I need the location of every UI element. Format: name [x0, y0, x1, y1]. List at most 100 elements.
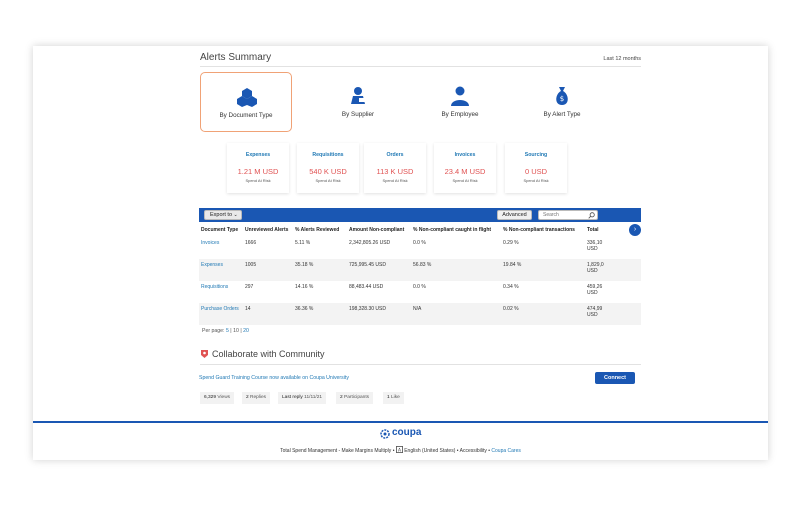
- search-icon[interactable]: [588, 212, 595, 219]
- tile-requisitions[interactable]: Requisitions 540 K USD Spend At Risk: [297, 143, 359, 193]
- community-badge-icon: [201, 350, 208, 358]
- tab-by-employee[interactable]: By Employee: [414, 72, 506, 132]
- tab-by-document-type[interactable]: By Document Type: [200, 72, 292, 132]
- tab-label: By Document Type: [219, 112, 273, 119]
- column-header[interactable]: % Alerts Reviewed: [293, 223, 347, 237]
- stat-views: 6,329 Views: [200, 392, 235, 404]
- table-cell: 198,328.30 USD: [347, 303, 411, 325]
- table-cell: 474,99 USD: [585, 303, 641, 325]
- table-cell: 35.18 %: [293, 259, 347, 281]
- table-cell: 5.11 %: [293, 237, 347, 259]
- svg-text:$: $: [560, 95, 564, 103]
- table-row: Purchase Orders 14 36.36 % 198,328.30 US…: [199, 303, 641, 325]
- coupa-cares-link[interactable]: Coupa Cares: [491, 448, 520, 454]
- footer-tagline: Total Spend Management - Make Margins Mu…: [280, 448, 392, 454]
- tile-expenses[interactable]: Expenses 1.21 M USD Spend At Risk: [227, 143, 289, 193]
- export-button[interactable]: Export to ⌄: [204, 210, 242, 220]
- supplier-icon: [351, 87, 365, 104]
- table-cell: 336,10 USD: [585, 237, 641, 259]
- advanced-button[interactable]: Advanced: [497, 210, 532, 220]
- column-header[interactable]: Unreviewed Alerts: [243, 223, 293, 237]
- document-type-link[interactable]: Expenses: [199, 259, 243, 281]
- document-type-link[interactable]: Invoices: [199, 237, 243, 259]
- spend-tiles: Expenses 1.21 M USD Spend At Risk Requis…: [227, 143, 641, 193]
- table-cell: 14.16 %: [293, 281, 347, 303]
- stat-last-reply: Last reply 11/11/21: [278, 392, 327, 404]
- alerts-header: Alerts Summary Last 12 months: [200, 51, 641, 67]
- tile-value: 540 K USD: [309, 167, 347, 176]
- tile-sub: Spend At Risk: [245, 178, 271, 183]
- period-label[interactable]: Last 12 months: [603, 56, 641, 62]
- stat-label: 11/11/21: [304, 395, 323, 400]
- main-card: Alerts Summary Last 12 months By Documen…: [33, 46, 768, 460]
- stat-label: Views: [217, 395, 231, 400]
- column-header[interactable]: Document Type: [199, 223, 243, 237]
- separator: |: [230, 328, 232, 334]
- alerts-summary-panel: Alerts Summary Last 12 months By Documen…: [198, 46, 641, 421]
- table-cell: 1666: [243, 237, 293, 259]
- tab-by-supplier[interactable]: By Supplier: [312, 72, 404, 132]
- language-selector[interactable]: English (United States): [404, 448, 455, 454]
- tile-name: Invoices: [454, 152, 476, 158]
- tile-sub: Spend At Risk: [315, 178, 341, 183]
- table-cell: 297: [243, 281, 293, 303]
- tile-invoices[interactable]: Invoices 23.4 M USD Spend At Risk: [434, 143, 496, 193]
- table-row: Requisitions 297 14.16 % 88,483.44 USD 0…: [199, 281, 641, 303]
- tile-name: Orders: [386, 152, 404, 158]
- accessibility-link[interactable]: Accessibility: [460, 448, 487, 454]
- tile-orders[interactable]: Orders 113 K USD Spend At Risk: [364, 143, 426, 193]
- table-cell: 0.02 %: [501, 303, 585, 325]
- community-post-link[interactable]: Spend Guard Training Course now availabl…: [199, 375, 349, 381]
- total-unit: USD: [587, 312, 598, 318]
- per-page-option-5[interactable]: 5: [226, 328, 229, 334]
- table-cell: 0.0 %: [411, 281, 501, 303]
- column-header[interactable]: Amount Non-compliant: [347, 223, 411, 237]
- tile-name: Expenses: [245, 152, 271, 158]
- logo-text: coupa: [392, 427, 422, 438]
- tab-label: By Employee: [441, 111, 479, 118]
- coupa-logo-icon: [380, 429, 390, 439]
- community-title: Collaborate with Community: [212, 349, 325, 359]
- table-toolbar: Export to ⌄ Advanced Search: [199, 208, 641, 222]
- separator: |: [240, 328, 242, 334]
- category-tabs: By Document Type By Supplier By Employee: [200, 72, 641, 134]
- document-type-link[interactable]: Purchase Orders: [199, 303, 243, 325]
- stat-value: 1: [387, 395, 390, 400]
- stat-replies: 2 Replies: [242, 392, 271, 404]
- table-cell: 19.84 %: [501, 259, 585, 281]
- chevron-right-icon: ›: [633, 226, 637, 233]
- table-cell: 0.29 %: [501, 237, 585, 259]
- scroll-right-button[interactable]: ›: [629, 224, 641, 236]
- footer-links: Total Spend Management - Make Margins Mu…: [33, 446, 768, 454]
- connect-button[interactable]: Connect: [595, 372, 635, 384]
- column-header[interactable]: % Non-compliant caught in flight: [411, 223, 501, 237]
- tile-sub: Spend At Risk: [523, 178, 549, 183]
- tile-value: 23.4 M USD: [444, 167, 486, 176]
- page-title: Alerts Summary: [200, 52, 272, 63]
- document-type-link[interactable]: Requisitions: [199, 281, 243, 303]
- table-cell: 725,995.45 USD: [347, 259, 411, 281]
- table-cell: 1,829,0 USD: [585, 259, 641, 281]
- tile-sourcing[interactable]: Sourcing 0 USD Spend At Risk: [505, 143, 567, 193]
- stat-participants: 2 Participants: [336, 392, 374, 404]
- per-page-option-10[interactable]: 10: [233, 328, 239, 334]
- tab-by-alert-type[interactable]: $ By Alert Type: [516, 72, 608, 132]
- table-cell: 56.83 %: [411, 259, 501, 281]
- total-unit: USD: [587, 268, 598, 274]
- tab-label: By Supplier: [341, 111, 375, 118]
- tile-value: 113 K USD: [376, 167, 414, 176]
- chevron-down-icon: ⌄: [233, 212, 238, 218]
- table-cell: 459,26 USD: [585, 281, 641, 303]
- alerts-table: Document Type Unreviewed Alerts % Alerts…: [199, 223, 641, 325]
- export-label: Export to: [210, 212, 233, 218]
- tile-name: Sourcing: [524, 152, 548, 158]
- per-page-option-20[interactable]: 20: [243, 328, 249, 334]
- stat-value: 6,329: [204, 395, 217, 400]
- documents-icon: [237, 88, 257, 107]
- stat-value: 2: [246, 395, 249, 400]
- tile-value: 0 USD: [524, 167, 548, 176]
- money-bag-icon: $: [556, 87, 568, 105]
- column-header[interactable]: % Non-compliant transactions: [501, 223, 585, 237]
- search-input[interactable]: Search: [538, 210, 598, 220]
- table-cell: 0.0 %: [411, 237, 501, 259]
